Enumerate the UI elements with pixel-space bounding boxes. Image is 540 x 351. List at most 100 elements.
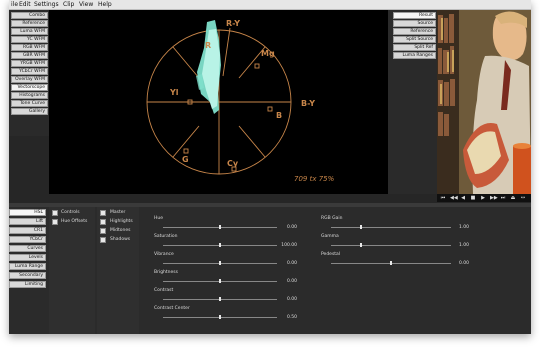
scope-selector: Combo Reference Luma WFM YC WFM RGB WFM … xyxy=(9,10,49,136)
target-box-g xyxy=(183,148,189,154)
vectorscope-graticule: R-Y R Mg Yl B-Y B G Cy 709 tx 75% xyxy=(146,19,335,183)
transport-bar: ⏮ ◀◀ ◀ ■ ▶ ▶▶ ⏭ ⏏ ↔ xyxy=(437,194,531,202)
shadows-checkbox[interactable] xyxy=(100,237,106,243)
app-window: ile Edit Settings Clip View Help Combo R… xyxy=(9,0,531,334)
brightness-label: Brightness xyxy=(154,270,178,275)
scope-button-tone-curve[interactable]: Tone Curve xyxy=(11,100,48,107)
transport-back-button[interactable]: ◀ xyxy=(460,195,466,201)
transport-eject-button[interactable]: ⏏ xyxy=(510,195,516,201)
menu-edit[interactable]: Edit xyxy=(19,0,31,9)
section-button-secondary[interactable]: Secondary xyxy=(9,272,46,279)
vibrance-slider-handle[interactable] xyxy=(219,261,221,265)
video-preview xyxy=(437,10,531,194)
vibrance-value[interactable]: 0.00 xyxy=(281,261,297,266)
section-button-levels[interactable]: Levels xyxy=(9,254,46,261)
target-label-r: R xyxy=(205,41,211,50)
transport-last-button[interactable]: ⏭ xyxy=(500,195,506,201)
target-label-g: G xyxy=(182,155,189,164)
scope-button-vectorscope[interactable]: Vectorscope xyxy=(11,84,48,91)
transport-stop-button[interactable]: ■ xyxy=(470,195,476,201)
section-button-curves[interactable]: Curves xyxy=(9,245,46,252)
midtones-checkbox[interactable] xyxy=(100,228,106,234)
vibrance-label: Vibrance xyxy=(154,252,174,257)
section-button-lift[interactable]: Lift xyxy=(9,218,46,225)
gamma-slider[interactable] xyxy=(331,245,451,246)
master-checkbox[interactable] xyxy=(100,210,106,216)
target-label-cy: Cy xyxy=(227,159,239,168)
contrast-center-slider-handle[interactable] xyxy=(219,315,221,319)
scope-button-yrgb-wfm[interactable]: YRGB WFM xyxy=(11,60,48,67)
hue-offsets-label: Hue Offsets xyxy=(61,219,88,224)
gamma-value[interactable]: 1.00 xyxy=(453,243,469,248)
graticule-skin-line xyxy=(222,27,231,77)
menu-settings[interactable]: Settings xyxy=(34,0,59,9)
scope-button-overlay-wfm[interactable]: Overlay WFM xyxy=(11,76,48,83)
hue-value[interactable]: 0.00 xyxy=(281,225,297,230)
view-button-split-source[interactable]: Split Source xyxy=(393,36,436,43)
midtones-label: Midtones xyxy=(110,228,131,233)
scope-button-ycbcr-wfm[interactable]: YCbCr WFM xyxy=(11,68,48,75)
gamma-slider-handle[interactable] xyxy=(360,243,362,247)
scope-button-rgb-wfm[interactable]: RGB WFM xyxy=(11,44,48,51)
view-button-result[interactable]: Result xyxy=(393,12,436,19)
menu-clip[interactable]: Clip xyxy=(63,0,74,9)
menu-view[interactable]: View xyxy=(79,0,93,9)
shadows-label: Shadows xyxy=(110,237,131,242)
scope-button-reference[interactable]: Reference xyxy=(11,20,48,27)
graticule-tick-b xyxy=(238,125,266,158)
pedestal-value[interactable]: 0.00 xyxy=(453,261,469,266)
pedestal-slider-handle[interactable] xyxy=(390,261,392,265)
ranges-panel: Master Highlights Midtones Shadows xyxy=(97,207,139,334)
saturation-value[interactable]: 100.00 xyxy=(281,243,297,248)
view-button-luma-ranges[interactable]: Luma Ranges xyxy=(393,52,436,59)
transport-play-button[interactable]: ▶ xyxy=(480,195,486,201)
transport-loop-button[interactable]: ↔ xyxy=(520,195,526,201)
graticule-tick-g xyxy=(172,125,200,158)
saturation-label: Saturation xyxy=(154,234,178,239)
menu-file[interactable]: ile xyxy=(11,0,18,9)
vectorscope-trace xyxy=(196,20,221,114)
menu-bar: ile Edit Settings Clip View Help xyxy=(9,0,531,10)
contrast-slider-handle[interactable] xyxy=(219,297,221,301)
view-button-source[interactable]: Source xyxy=(393,20,436,27)
rgb-gain-label: RGB Gain xyxy=(321,216,343,221)
view-button-reference[interactable]: Reference xyxy=(393,28,436,35)
scope-button-luma-wfm[interactable]: Luma WFM xyxy=(11,28,48,35)
target-box-b xyxy=(267,106,273,112)
contrast-label: Contrast xyxy=(154,288,174,293)
hue-offsets-checkbox[interactable] xyxy=(52,219,58,225)
target-box-mg xyxy=(254,63,260,69)
brightness-value[interactable]: 0.00 xyxy=(281,279,297,284)
scope-button-yc-wfm[interactable]: YC WFM xyxy=(11,36,48,43)
transport-rewind-button[interactable]: ◀◀ xyxy=(450,195,458,201)
controls-checkbox[interactable] xyxy=(52,210,58,216)
view-button-split-ref[interactable]: Split Ref xyxy=(393,44,436,51)
scope-button-gallery[interactable]: Gallery xyxy=(11,108,48,115)
scope-button-gbr-wfm[interactable]: GBR WFM xyxy=(11,52,48,59)
section-selector: HSL Lift CR1 YCbCr Curves Levels Luma Ra… xyxy=(9,209,47,299)
menu-help[interactable]: Help xyxy=(98,0,112,9)
contrast-value[interactable]: 0.00 xyxy=(281,297,297,302)
section-button-ycbcr[interactable]: YCbCr xyxy=(9,236,46,243)
rgb-gain-value[interactable]: 1.00 xyxy=(453,225,469,230)
brightness-slider-handle[interactable] xyxy=(219,279,221,283)
hue-slider-handle[interactable] xyxy=(219,225,221,229)
section-button-hsl[interactable]: HSL xyxy=(9,209,46,216)
target-label-b: B xyxy=(276,111,282,120)
section-button-luma-range[interactable]: Luma Range xyxy=(9,263,46,270)
rgb-gain-slider-handle[interactable] xyxy=(360,225,362,229)
contrast-center-value[interactable]: 0.50 xyxy=(281,315,297,320)
section-button-cr1[interactable]: CR1 xyxy=(9,227,46,234)
transport-first-button[interactable]: ⏮ xyxy=(440,195,446,201)
target-label-mg: Mg xyxy=(261,49,275,58)
scope-button-histograms[interactable]: Histograms xyxy=(11,92,48,99)
correction-panel: HSL Lift CR1 YCbCr Curves Levels Luma Ra… xyxy=(9,207,531,334)
saturation-slider-handle[interactable] xyxy=(219,243,221,247)
rgb-gain-slider[interactable] xyxy=(331,227,451,228)
vectorscope: R-Y R Mg Yl B-Y B G Cy 709 tx 75% xyxy=(49,10,388,194)
section-button-limiting[interactable]: Limiting xyxy=(9,281,46,288)
graticule-tick-yl xyxy=(172,46,200,79)
highlights-checkbox[interactable] xyxy=(100,219,106,225)
scope-button-combo[interactable]: Combo xyxy=(11,12,48,19)
transport-fast-forward-button[interactable]: ▶▶ xyxy=(490,195,498,201)
